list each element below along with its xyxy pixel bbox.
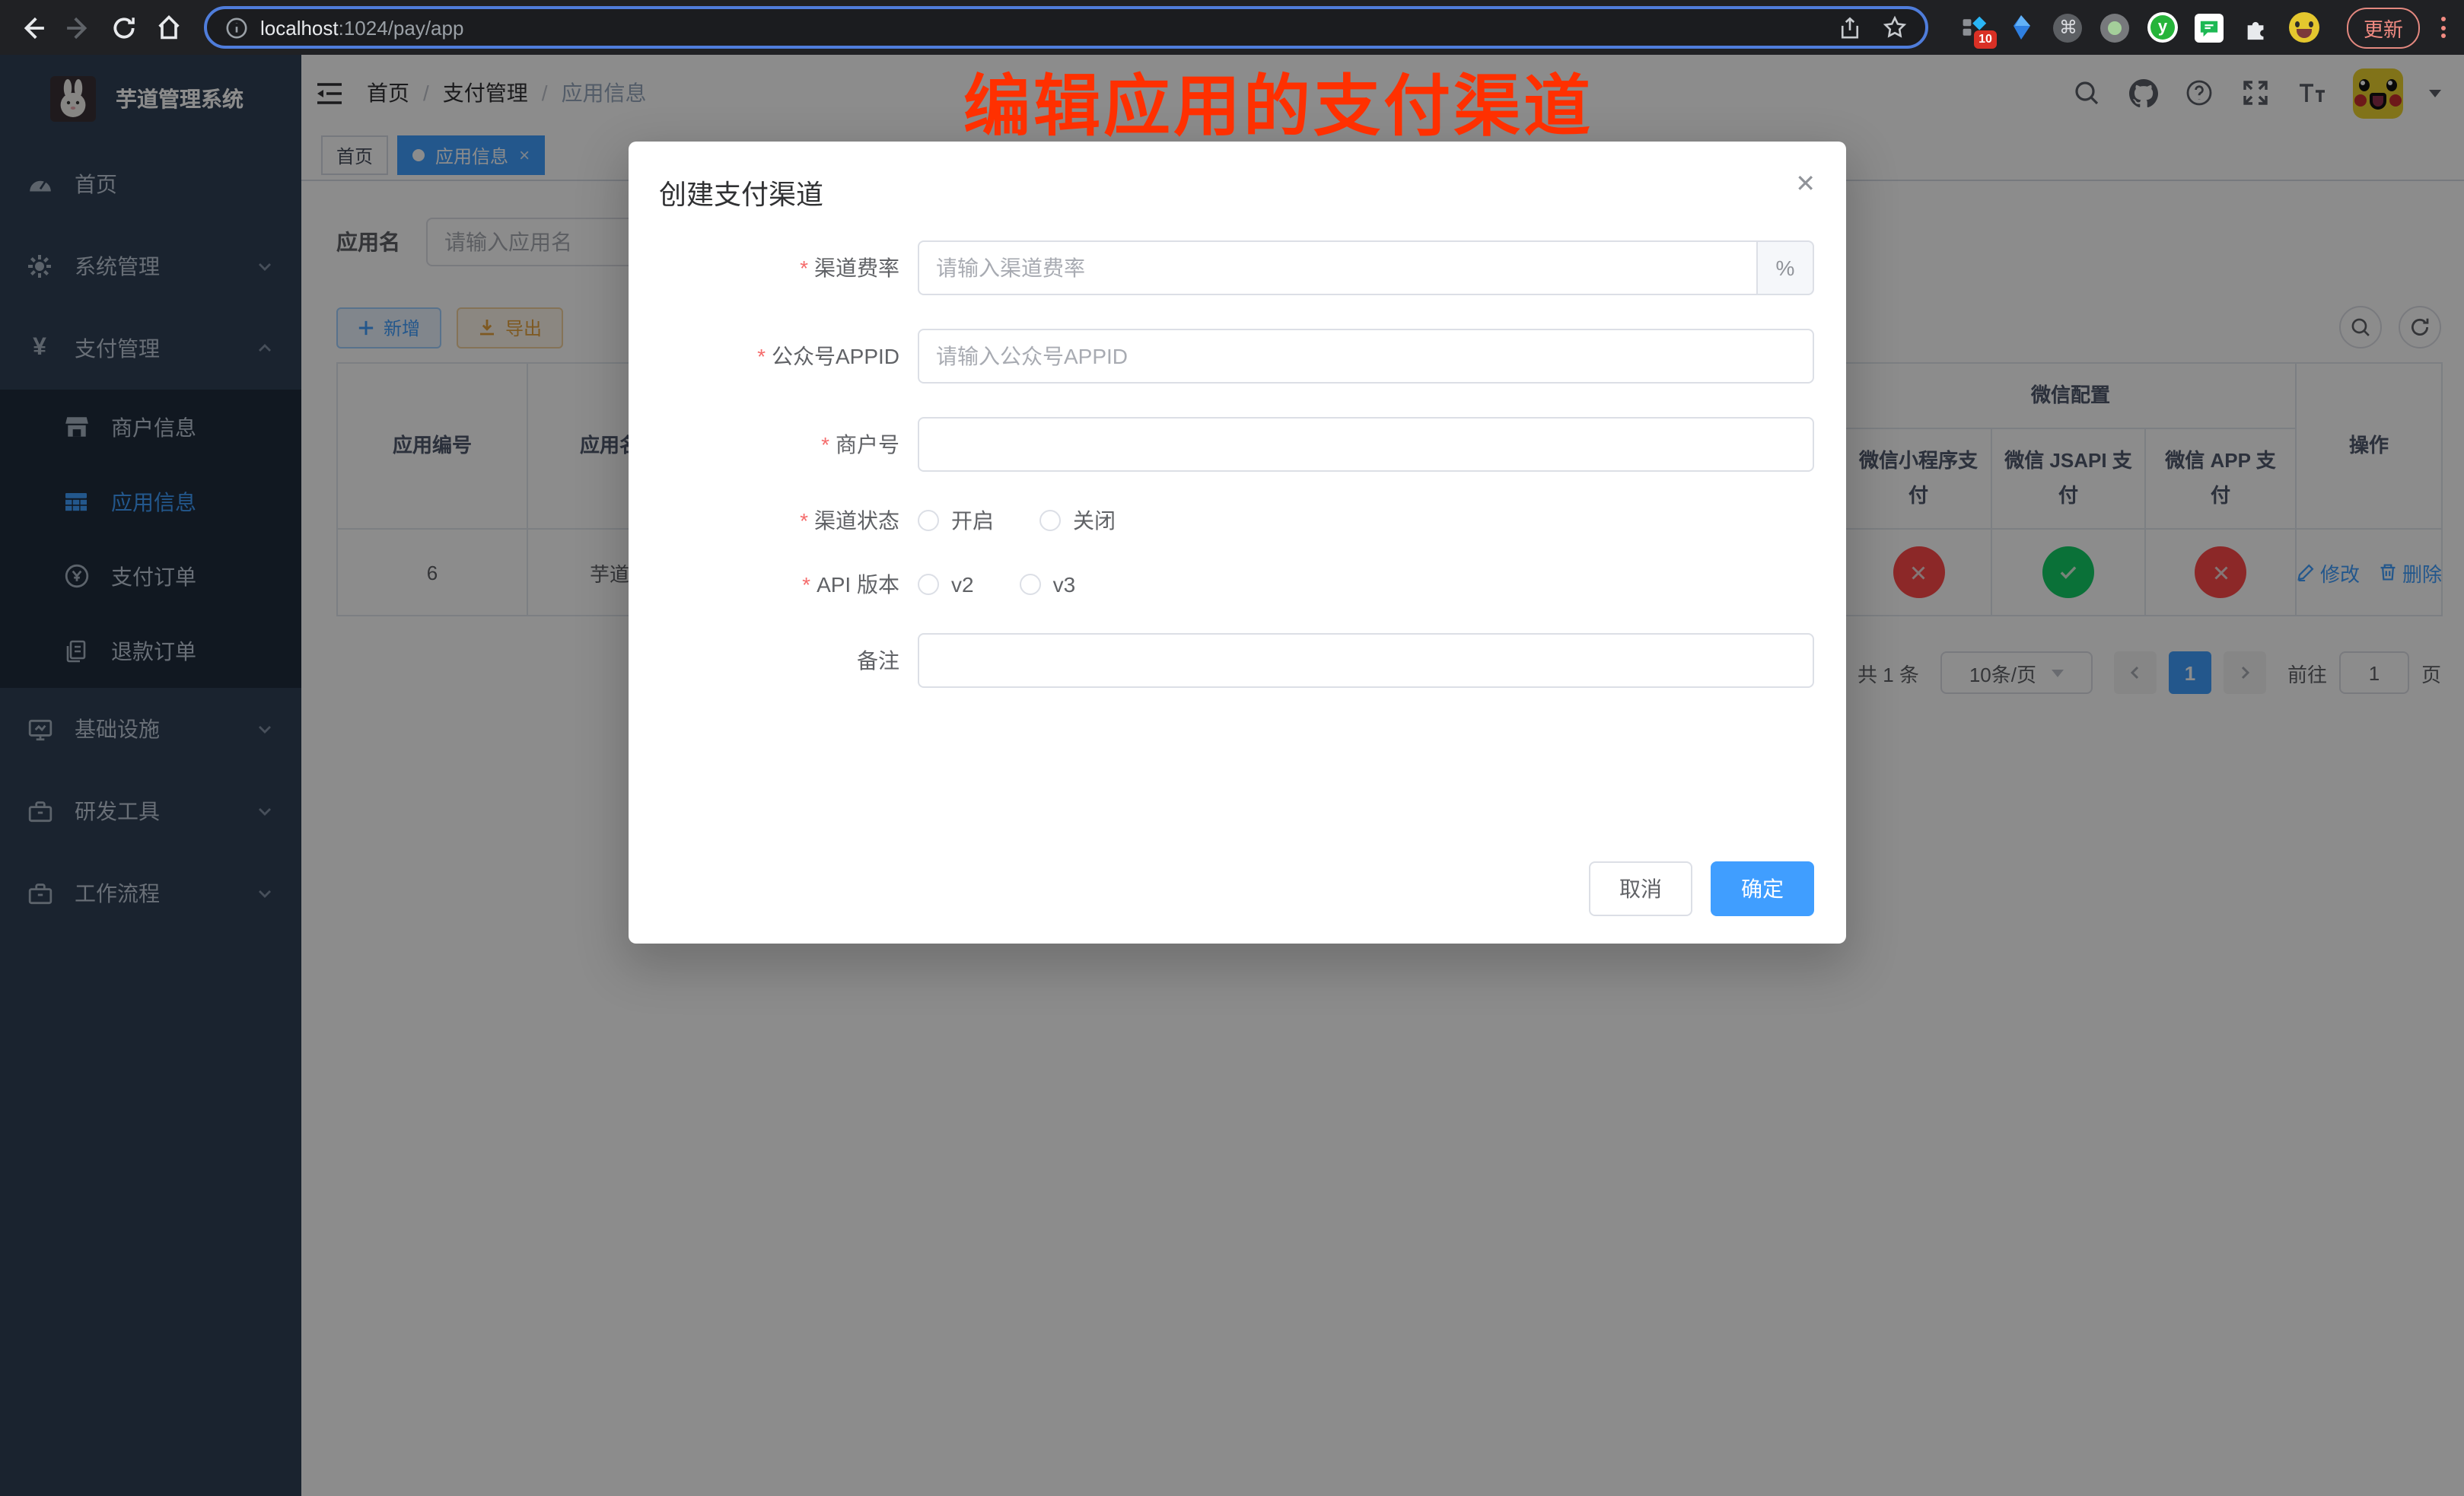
ext-puzzle-icon[interactable] (2242, 12, 2272, 43)
channel-fee-rate-input[interactable] (918, 240, 1758, 295)
share-icon[interactable] (1838, 16, 1861, 39)
bookmark-star-icon[interactable] (1883, 15, 1907, 40)
browser-chrome: localhost:1024/pay/app 10 ⌘ y (0, 0, 2464, 55)
field-label: 公众号APPID (629, 341, 918, 371)
app-page: 芋道管理系统 首页 系统管理 ¥ 支付管理 (0, 55, 2464, 1496)
merchant-no-input[interactable] (918, 417, 1814, 472)
radio-circle-icon (1020, 574, 1041, 595)
percent-suffix: % (1756, 240, 1814, 295)
dialog-title: 创建支付渠道 (659, 173, 823, 213)
confirm-button[interactable]: 确定 (1711, 861, 1814, 916)
dialog-close-icon[interactable]: ✕ (1795, 173, 1816, 198)
url-text: localhost:1024/pay/app (260, 16, 463, 39)
field-remark: 备注 (629, 633, 1846, 688)
radio-circle-icon (918, 510, 939, 531)
field-label: 渠道状态 (629, 505, 918, 536)
browser-update-button[interactable]: 更新 (2347, 7, 2420, 48)
radio-api-v3[interactable]: v3 (1020, 572, 1076, 597)
field-channel-status: 渠道状态 开启 关闭 (629, 505, 1846, 536)
annotation-text: 编辑应用的支付渠道 (963, 75, 1593, 142)
ext-emoji-icon[interactable] (2289, 12, 2319, 43)
ext-command-icon[interactable]: ⌘ (2053, 12, 2084, 43)
remark-input[interactable] (918, 633, 1814, 688)
ext-y-green-icon[interactable]: y (2147, 12, 2178, 43)
radio-api-v2[interactable]: v2 (918, 572, 974, 597)
ext-kite-icon[interactable] (2006, 12, 2036, 43)
field-label: 备注 (629, 645, 918, 676)
field-api-version: API 版本 v2 v3 (629, 569, 1846, 600)
ext-grid-diamond-icon[interactable]: 10 (1959, 12, 1989, 43)
field-channel-fee-rate: 渠道费率 % (629, 240, 1846, 295)
cancel-button[interactable]: 取消 (1589, 861, 1692, 916)
ext-record-icon[interactable] (2100, 12, 2131, 43)
browser-menu-icon[interactable] (2441, 17, 2446, 38)
radio-status-closed[interactable]: 关闭 (1039, 505, 1116, 536)
radio-circle-icon (918, 574, 939, 595)
create-pay-channel-dialog: 创建支付渠道 ✕ 渠道费率 % 公众号APPID 商户号 (629, 142, 1846, 944)
field-label: 渠道费率 (629, 253, 918, 283)
official-account-appid-input[interactable] (918, 329, 1814, 384)
radio-status-open[interactable]: 开启 (918, 505, 994, 536)
browser-forward-button[interactable] (61, 11, 94, 44)
radio-circle-icon (1039, 510, 1061, 531)
browser-home-button[interactable] (152, 11, 186, 44)
browser-reload-button[interactable] (107, 11, 140, 44)
browser-back-button[interactable] (15, 11, 49, 44)
field-label: 商户号 (629, 429, 918, 460)
field-merchant-no: 商户号 (629, 417, 1846, 472)
field-label: API 版本 (629, 569, 918, 600)
site-info-icon[interactable] (225, 16, 248, 39)
ext-chat-icon[interactable] (2195, 12, 2225, 43)
screen: localhost:1024/pay/app 10 ⌘ y (0, 0, 2464, 1496)
field-official-account-appid: 公众号APPID (629, 329, 1846, 384)
ext-badge: 10 (1974, 30, 1997, 49)
address-bar[interactable]: localhost:1024/pay/app (204, 6, 1928, 49)
